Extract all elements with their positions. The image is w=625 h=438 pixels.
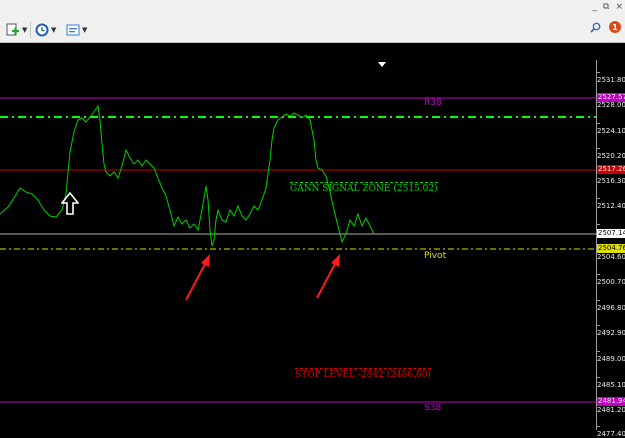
axis-tick-label: 2512.40 [597, 194, 625, 210]
clock-icon [35, 23, 49, 36]
axis-tick-label: 2531.80 [597, 68, 625, 84]
templates-button[interactable]: ▼ [66, 21, 87, 38]
periods-button[interactable]: ▼ [35, 21, 56, 38]
chart-template-icon [66, 24, 80, 35]
current-price-box: 2507.14 [597, 229, 625, 238]
price-line [0, 104, 375, 247]
axis-tick-label: 2500.70 [597, 270, 625, 286]
r38-price-box: 2527.57 [597, 93, 625, 102]
r38-label: R38 [424, 98, 442, 108]
window-controls: _ ⧉ × [593, 2, 623, 12]
new-order-button[interactable]: ▼ [6, 21, 27, 38]
red-arrow-1 [185, 254, 210, 301]
buy-arrow-icon [61, 192, 79, 215]
toolbar-right: 1 [590, 21, 621, 33]
stop-level-label: STOP LEVEL -2842 (2486.60) [295, 368, 431, 380]
axis-tick-label: 2477.40 [597, 422, 625, 438]
toolbar-separator [30, 22, 31, 38]
s38-label: S38 [424, 403, 442, 413]
axis-tick-label: 2485.10 [597, 373, 625, 389]
new-order-icon [6, 23, 19, 35]
axis-tick-label: 2524.10 [597, 119, 625, 135]
chevron-down-icon: ▼ [82, 25, 88, 34]
pivot-label: Pivot [424, 251, 447, 261]
axis-tick-label: 2492.90 [597, 321, 625, 337]
red-level-price-box: 2517.26 [597, 165, 625, 174]
chart-shift-marker-icon[interactable] [378, 62, 386, 67]
pivot-price-box: 2504.76 [597, 244, 625, 253]
search-icon[interactable] [590, 22, 601, 33]
window-title-bar: _ ⧉ × [0, 0, 625, 18]
axis-tick-label: 2496.80 [597, 296, 625, 312]
axis-tick-label: 2489.00 [597, 347, 625, 363]
notification-badge-icon[interactable]: 1 [609, 21, 621, 33]
toolbar: ▼ ▼ ▼ 1 [0, 18, 625, 43]
red-arrow-2 [316, 254, 340, 299]
chevron-down-icon: ▼ [51, 25, 57, 34]
axis-tick-label: 2520.20 [597, 144, 625, 160]
close-button[interactable]: × [615, 2, 623, 12]
s38-price-box: 2481.94 [597, 397, 625, 406]
gann-signal-zone-label: GANN SIGNAL ZONE (2515.02) [290, 182, 438, 194]
chevron-down-icon: ▼ [22, 25, 28, 34]
minimize-button[interactable]: _ [593, 2, 598, 12]
restore-button[interactable]: ⧉ [603, 2, 609, 12]
